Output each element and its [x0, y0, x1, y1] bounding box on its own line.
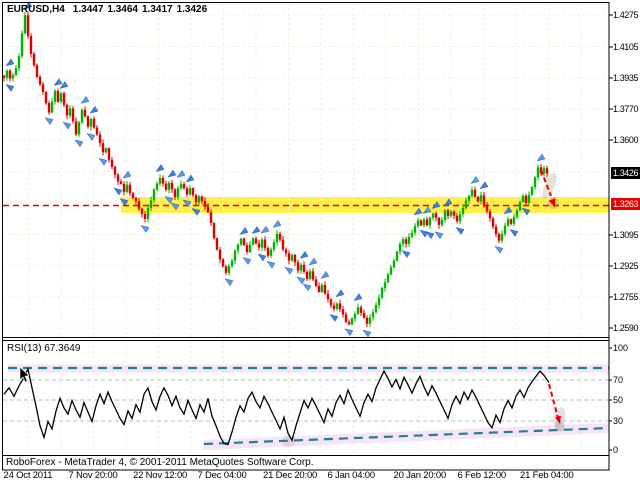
- fractal-up-icon: [309, 258, 317, 265]
- time-axis-label: 21 Dec 20:00: [263, 470, 317, 481]
- fractal-up-icon: [240, 227, 248, 234]
- fractal-down-icon: [363, 330, 371, 337]
- fractal-down-icon: [510, 230, 518, 237]
- fractal-down-icon: [495, 246, 503, 253]
- time-axis-label: 24 Oct 2011: [4, 470, 53, 481]
- gridlines-layer: [3, 3, 609, 454]
- current-price-badge: 1.3426: [611, 167, 640, 179]
- rsi-axis-label: 50: [613, 395, 623, 405]
- fractal-down-icon: [258, 254, 266, 261]
- time-axis-label: 21 Feb 04:00: [520, 470, 574, 481]
- price-axis-label: 1.3935: [613, 73, 638, 83]
- fractal-down-icon: [285, 267, 293, 274]
- target-price-badge: 1.3263: [611, 198, 640, 210]
- fractal-down-icon: [420, 230, 428, 237]
- fractal-up-icon: [321, 271, 329, 278]
- fractal-down-icon: [402, 251, 410, 258]
- price-axis-label: 1.2755: [613, 292, 638, 302]
- price-axis-label: 1.3600: [613, 135, 638, 145]
- fractal-up-icon: [336, 290, 344, 297]
- rsi-indicator-label: RSI(13) 67.3649: [7, 343, 80, 354]
- fractal-up-icon: [123, 171, 131, 178]
- fractal-down-icon: [243, 258, 251, 265]
- fractal-up-icon: [300, 251, 308, 258]
- fractal-up-icon: [480, 182, 488, 189]
- rsi-line: [4, 369, 549, 445]
- fractal-down-icon: [225, 279, 233, 286]
- support-zone-highlight: [121, 197, 609, 213]
- fractal-up-icon: [177, 170, 185, 177]
- high-value: 1.3464: [107, 4, 138, 15]
- fractal-up-icon: [186, 175, 194, 182]
- rsi-axis-label: 100: [613, 343, 628, 353]
- price-axis-label: 1.2590: [613, 323, 638, 333]
- rsi-axis-label: 0: [613, 445, 618, 455]
- fractal-down-icon: [75, 140, 83, 147]
- fractal-down-icon: [141, 225, 149, 232]
- time-axis-label: 6 Jan 04:00: [328, 470, 375, 481]
- fractal-up-icon: [6, 59, 14, 66]
- fractal-up-icon: [90, 106, 98, 113]
- fractal-down-icon: [345, 329, 353, 336]
- fractal-arrows-layer: [6, 2, 545, 337]
- fractal-down-icon: [456, 228, 464, 235]
- close-value: 1.3426: [177, 4, 208, 15]
- fractal-up-icon: [156, 165, 164, 172]
- price-axis-label: 1.2925: [613, 261, 638, 271]
- price-axis-label: 1.3095: [613, 230, 638, 240]
- mouse-cursor-icon: [20, 367, 29, 382]
- chart-title: EURUSD,H4 1.34471.3464 1.3417 1.3426: [7, 4, 211, 15]
- rsi-lower-channel-line: [204, 428, 609, 444]
- chart-canvas[interactable]: [0, 0, 640, 480]
- fractal-down-icon: [426, 232, 434, 239]
- rsi-forecast-arrowhead: [555, 416, 561, 424]
- fractal-down-icon: [303, 284, 311, 291]
- price-axis-label: 1.4105: [613, 42, 638, 52]
- price-axis-label: 1.4275: [613, 10, 638, 20]
- fractal-up-icon: [537, 154, 545, 161]
- candles-layer: [3, 12, 548, 327]
- fractal-up-icon: [273, 220, 281, 227]
- fractal-down-icon: [114, 188, 122, 195]
- cursor-layer: [20, 367, 29, 382]
- fractal-down-icon: [63, 122, 71, 129]
- copyright-text: RoboForex - MetaTrader 4, © 2001-2011 Me…: [6, 457, 314, 468]
- fractal-down-icon: [6, 85, 14, 92]
- fractal-down-icon: [99, 158, 107, 165]
- fractal-up-icon: [252, 226, 260, 233]
- time-axis-label: 6 Feb 12:00: [458, 470, 507, 481]
- rsi-layer: [3, 365, 609, 451]
- fractal-up-icon: [54, 79, 62, 86]
- fractal-up-icon: [261, 226, 269, 233]
- frame-layer: [3, 3, 614, 471]
- time-axis-label: 20 Jan 20:00: [394, 470, 447, 481]
- fractal-down-icon: [435, 232, 443, 239]
- symbol-period-label: EURUSD,H4: [7, 4, 65, 15]
- mt4-chart-window: EURUSD,H4 1.34471.3464 1.3417 1.3426 RSI(13…: [0, 0, 640, 480]
- fractal-down-icon: [330, 315, 338, 322]
- fractal-up-icon: [60, 81, 68, 88]
- time-axis-label: 7 Dec 04:00: [198, 470, 247, 481]
- fractal-down-icon: [87, 133, 95, 140]
- fractal-up-icon: [168, 170, 176, 177]
- low-value: 1.3417: [142, 4, 173, 15]
- time-axis-label: 7 Nov 20:00: [69, 470, 118, 481]
- fractal-up-icon: [354, 294, 362, 301]
- rsi-axis-label: 30: [613, 416, 623, 426]
- fractal-down-icon: [267, 261, 275, 268]
- rsi-axis-label: 70: [613, 375, 623, 385]
- price-axis-label: 1.3770: [613, 104, 638, 114]
- open-value: 1.3447: [73, 4, 104, 15]
- fractal-up-icon: [471, 176, 479, 183]
- fractal-down-icon: [297, 277, 305, 284]
- time-axis-label: 22 Nov 12:00: [133, 470, 187, 481]
- fractal-down-icon: [45, 118, 53, 125]
- fractal-up-icon: [81, 96, 89, 103]
